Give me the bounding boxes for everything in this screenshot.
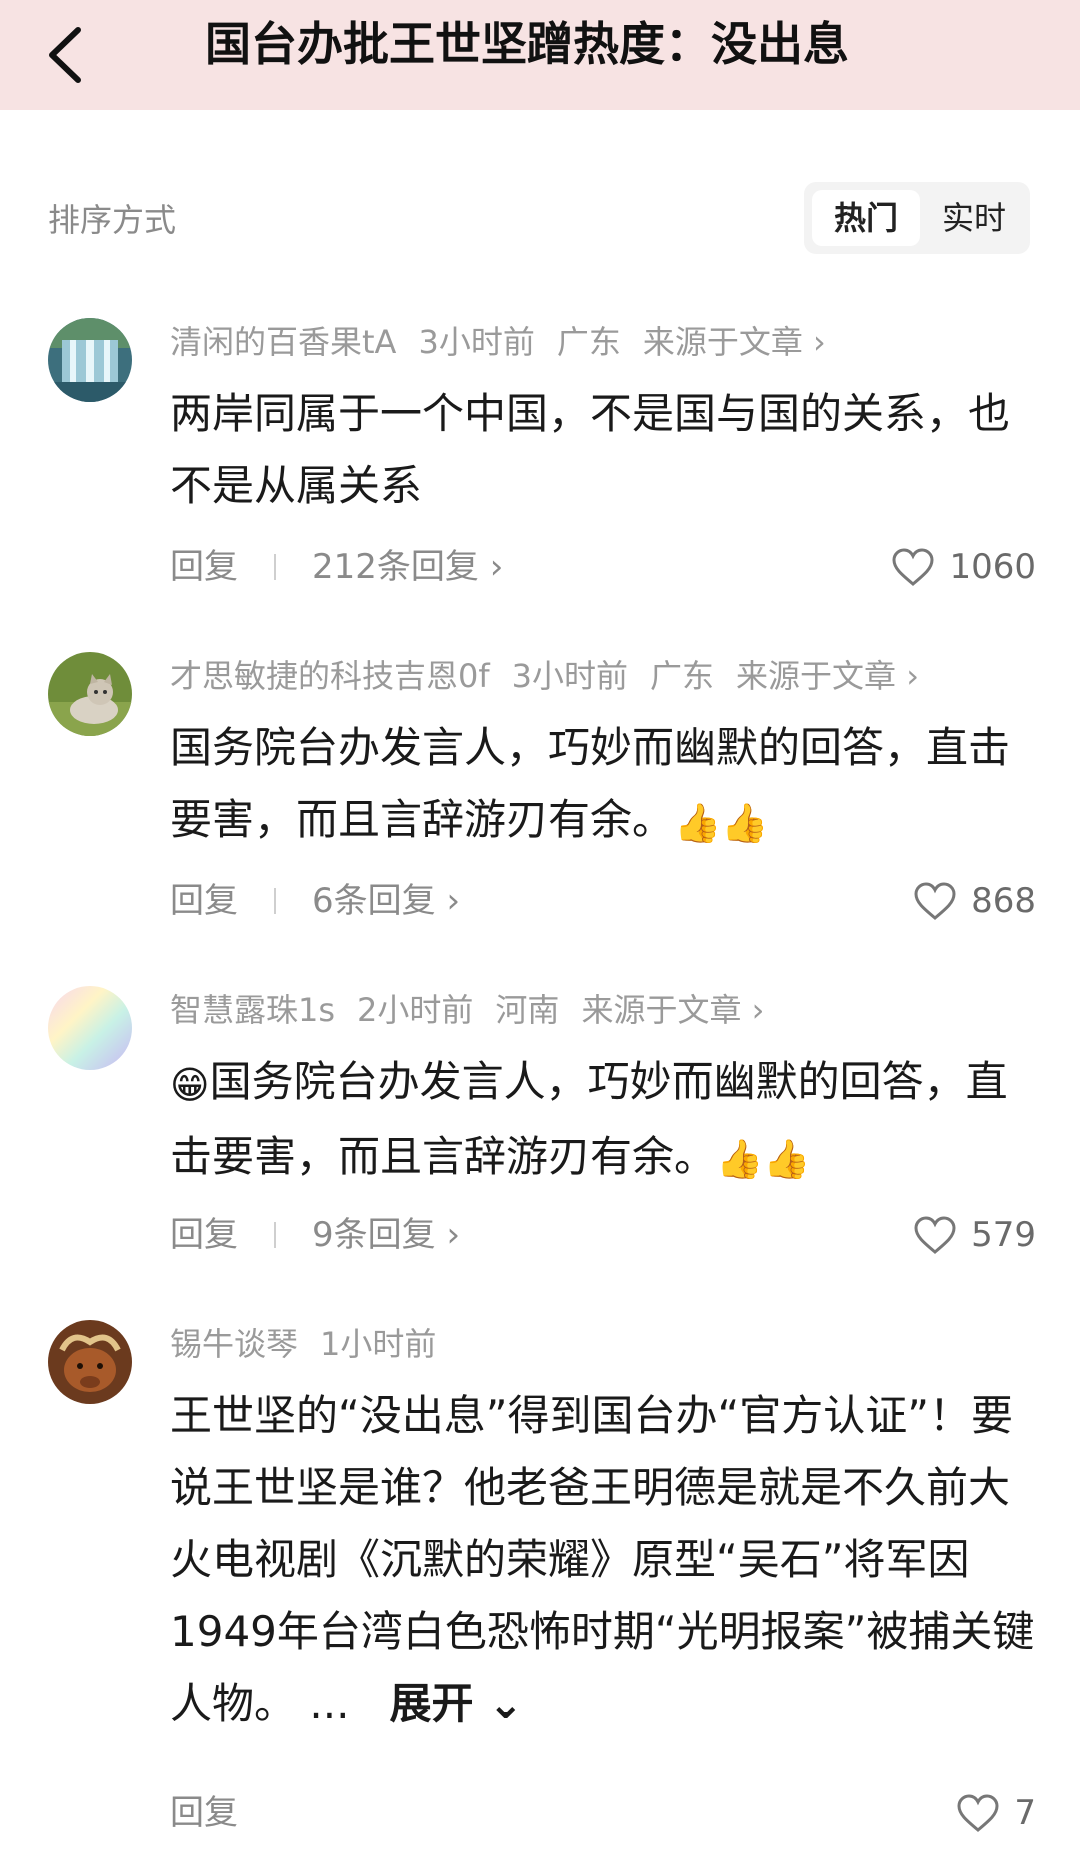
username[interactable]: 清闲的百香果tA	[170, 323, 396, 361]
comment-actions: 回复 6条回复 868	[170, 876, 1036, 926]
comment-text: 两岸同属于一个中国，不是国与国的关系，也不是从属关系	[170, 389, 1011, 510]
avatar[interactable]	[48, 318, 132, 402]
like-button[interactable]: 1060	[891, 542, 1036, 592]
divider	[274, 1222, 276, 1248]
chevron-down-icon: ⌄	[488, 1679, 524, 1728]
comment-actions: 回复 212条回复 1060	[170, 542, 1036, 592]
comment-text: 国务院台办发言人，巧妙而幽默的回答，直击要害，而且言辞游刃有余。👍👍	[170, 712, 1036, 859]
sort-bar: 排序方式 热门 实时	[0, 180, 1080, 260]
comment-time: 1小时前	[320, 1325, 437, 1363]
like-button[interactable]: 579	[913, 1210, 1036, 1260]
heart-icon	[957, 1794, 999, 1832]
heart-icon	[892, 548, 934, 586]
username[interactable]: 才思敏捷的科技吉恩0f	[170, 657, 490, 695]
reply-button[interactable]: 回复	[170, 1788, 238, 1838]
top-bar: 国台办批王世坚蹭热度：没出息	[0, 0, 1080, 110]
thumbs-up-emoji: 👍👍	[716, 1137, 811, 1181]
expand-label: 展开	[389, 1679, 474, 1728]
reply-count-link[interactable]: 212条回复	[312, 542, 503, 592]
avatar[interactable]	[48, 652, 132, 736]
avatar[interactable]	[48, 1320, 132, 1404]
back-button[interactable]	[40, 18, 100, 92]
ellipsis: ...	[309, 1679, 350, 1728]
reply-button[interactable]: 回复	[170, 542, 238, 592]
chevron-left-icon	[49, 27, 81, 83]
sort-option-latest[interactable]: 实时	[924, 190, 1024, 246]
comment-meta: 锡牛谈琴 1小时前	[170, 1322, 458, 1366]
comment-location: 河南	[495, 991, 560, 1029]
like-button[interactable]: 868	[913, 876, 1036, 926]
expand-button[interactable]: 展开 ⌄	[389, 1679, 523, 1728]
comment-location: 广东	[556, 323, 621, 361]
like-count: 579	[971, 1215, 1036, 1255]
avatar[interactable]	[48, 986, 132, 1070]
comment-time: 3小时前	[418, 323, 535, 361]
comment-time: 3小时前	[511, 657, 629, 695]
divider	[274, 888, 276, 914]
thumbs-up-emoji: 👍👍	[674, 800, 769, 845]
comment-location: 广东	[650, 657, 715, 695]
sort-option-hot[interactable]: 热门	[812, 190, 920, 246]
comment-text: 王世坚的“没出息”得到国台办“官方认证”！要说王世坚是谁？他老爸王明德是就是不久…	[170, 1380, 1036, 1740]
username[interactable]: 锡牛谈琴	[170, 1325, 298, 1363]
heart-icon	[914, 882, 956, 920]
sort-label: 排序方式	[48, 201, 177, 239]
comment-text-body: 国务院台办发言人，巧妙而幽默的回答，直击要害，而且言辞游刃有余。	[170, 723, 1011, 844]
comment-source-link[interactable]: 来源于文章	[581, 991, 764, 1029]
divider	[274, 554, 276, 580]
heart-icon	[914, 1216, 956, 1254]
comment-source-link[interactable]: 来源于文章	[643, 323, 826, 361]
like-count: 1060	[949, 547, 1036, 587]
waterfall-avatar-icon	[48, 318, 132, 402]
comment-meta: 清闲的百香果tA 3小时前 广东 来源于文章	[170, 320, 848, 364]
comment-source-link[interactable]: 来源于文章	[736, 657, 919, 695]
like-count: 868	[971, 881, 1036, 921]
username[interactable]: 智慧露珠1s	[170, 991, 335, 1029]
comment-actions: 回复 7	[170, 1788, 1036, 1838]
comment-time: 2小时前	[357, 991, 474, 1029]
comment-meta: 智慧露珠1s 2小时前 河南 来源于文章	[170, 988, 786, 1032]
cat-avatar-icon	[48, 652, 132, 736]
comment-actions: 回复 9条回复 579	[170, 1210, 1036, 1260]
gradient-avatar-icon	[48, 986, 132, 1070]
reply-button[interactable]: 回复	[170, 1210, 238, 1260]
reply-count-link[interactable]: 6条回复	[312, 876, 460, 926]
ox-avatar-icon	[48, 1320, 132, 1404]
sort-toggle: 热门 实时	[804, 182, 1030, 254]
comment-text-body: 国务院台办发言人，巧妙而幽默的回答，直击要害，而且言辞游刃有余。	[170, 1057, 1008, 1181]
comment-text-body: 王世坚的“没出息”得到国台办“官方认证”！要说王世坚是谁？他老爸王明德是就是不久…	[170, 1391, 1035, 1728]
page-title: 国台办批王世坚蹭热度：没出息	[205, 17, 849, 71]
like-count: 7	[1014, 1793, 1036, 1833]
comment-text: 😁国务院台办发言人，巧妙而幽默的回答，直击要害，而且言辞游刃有余。👍👍	[170, 1046, 1036, 1195]
reply-button[interactable]: 回复	[170, 876, 238, 926]
like-button[interactable]: 7	[956, 1788, 1036, 1838]
reply-count-link[interactable]: 9条回复	[312, 1210, 460, 1260]
grin-emoji: 😁	[170, 1062, 210, 1107]
comment-meta: 才思敏捷的科技吉恩0f 3小时前 广东 来源于文章	[170, 654, 941, 698]
